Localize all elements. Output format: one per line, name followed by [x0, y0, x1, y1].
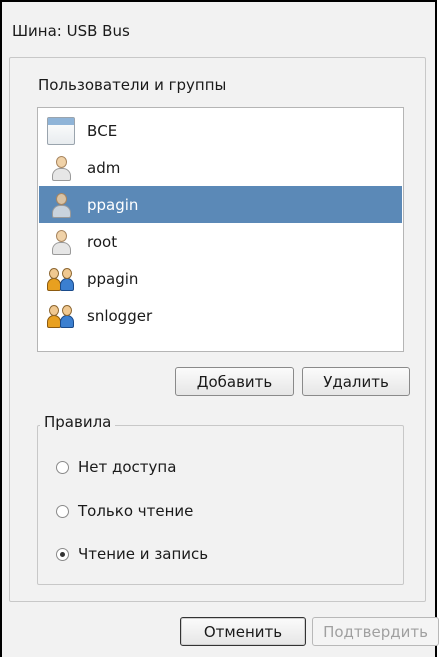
radio-no-access[interactable]: Нет доступа [56, 458, 176, 476]
list-item-label: ВСЕ [87, 121, 118, 140]
radio-label: Чтение и запись [78, 545, 209, 563]
radio-label: Только чтение [78, 502, 194, 520]
list-item-label: root [87, 232, 118, 251]
users-groups-list[interactable]: ВСЕ adm ppagin root ppagin snlogger [37, 107, 404, 352]
group-icon [47, 265, 75, 293]
user-icon [47, 191, 75, 219]
radio-button-checked[interactable] [56, 547, 69, 561]
group-icon [47, 302, 75, 330]
list-item-group-snlogger[interactable]: snlogger [39, 297, 402, 334]
confirm-button[interactable]: Подтвердить [312, 617, 439, 646]
radio-read-only[interactable]: Только чтение [56, 502, 193, 520]
list-item-label: snlogger [87, 306, 153, 325]
list-item-label: ppagin [87, 269, 139, 288]
list-item-all[interactable]: ВСЕ [39, 112, 402, 149]
radio-button[interactable] [56, 504, 69, 518]
list-item-user-ppagin[interactable]: ppagin [39, 186, 402, 223]
bus-label-value: USB Bus [66, 22, 130, 40]
bus-label-key: Шина: [12, 22, 62, 40]
bus-label: Шина: USB Bus [12, 22, 130, 40]
all-users-icon [47, 116, 75, 145]
radio-read-write[interactable]: Чтение и запись [56, 545, 208, 563]
rules-title: Правила [40, 413, 116, 431]
radio-button[interactable] [56, 460, 69, 474]
list-item-label: ppagin [87, 195, 139, 214]
list-item-user-root[interactable]: root [39, 223, 402, 260]
list-item-label: adm [87, 158, 121, 177]
user-icon [47, 154, 75, 182]
radio-label: Нет доступа [78, 458, 177, 476]
remove-button[interactable]: Удалить [302, 367, 410, 396]
cancel-button[interactable]: Отменить [180, 617, 306, 646]
add-button[interactable]: Добавить [175, 367, 294, 396]
list-item-user-adm[interactable]: adm [39, 149, 402, 186]
users-groups-title: Пользователи и группы [38, 76, 227, 94]
list-item-group-ppagin[interactable]: ppagin [39, 260, 402, 297]
user-icon [47, 228, 75, 256]
